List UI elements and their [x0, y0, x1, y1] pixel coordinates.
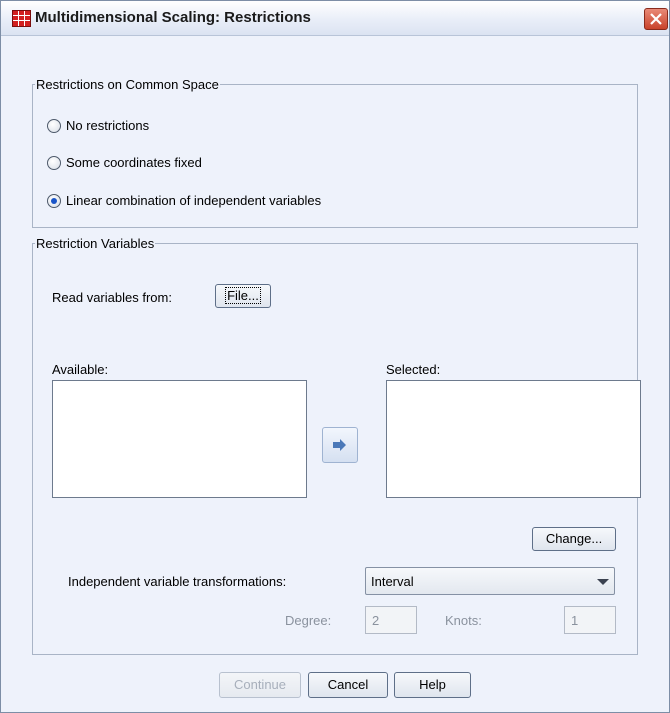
move-right-button[interactable] — [322, 427, 358, 463]
radio-some-coordinates-fixed-label: Some coordinates fixed — [66, 155, 202, 170]
knots-field[interactable]: 1 — [564, 606, 616, 634]
selected-list[interactable] — [386, 380, 641, 498]
change-button[interactable]: Change... — [532, 527, 616, 551]
degree-field[interactable]: 2 — [365, 606, 417, 634]
window-title: Multidimensional Scaling: Restrictions — [35, 9, 311, 26]
dialog-window: Multidimensional Scaling: Restrictions R… — [0, 0, 670, 713]
available-label: Available: — [52, 362, 109, 377]
title-bar[interactable]: Multidimensional Scaling: Restrictions — [1, 1, 669, 36]
continue-button[interactable]: Continue — [219, 672, 301, 698]
read-variables-from-label: Read variables from: — [52, 290, 172, 305]
radio-some-coordinates-fixed-button[interactable] — [47, 156, 61, 170]
restriction-variables-group-title: Restriction Variables — [35, 236, 156, 251]
close-icon — [650, 13, 662, 25]
radio-no-restrictions-button[interactable] — [47, 119, 61, 133]
close-button[interactable] — [644, 8, 668, 30]
selected-label: Selected: — [386, 362, 441, 377]
transformations-value: Interval — [371, 574, 414, 589]
common-space-group: Restrictions on Common Space No restrict… — [32, 77, 638, 228]
cancel-button[interactable]: Cancel — [308, 672, 388, 698]
radio-linear-combination-button[interactable] — [47, 194, 61, 208]
transformations-dropdown[interactable]: Interval — [365, 567, 615, 595]
file-button[interactable]: File... — [215, 284, 271, 308]
available-list[interactable] — [52, 380, 307, 498]
common-space-group-title: Restrictions on Common Space — [35, 77, 220, 92]
spss-grid-icon — [12, 10, 31, 27]
transformations-label: Independent variable transformations: — [68, 574, 287, 589]
degree-label: Degree: — [285, 613, 332, 628]
chevron-down-icon — [597, 579, 609, 585]
help-button[interactable]: Help — [394, 672, 471, 698]
knots-label: Knots: — [445, 613, 482, 628]
arrow-right-icon — [333, 439, 346, 451]
radio-no-restrictions-label: No restrictions — [66, 118, 150, 133]
radio-linear-combination-label: Linear combination of independent variab… — [66, 193, 322, 208]
